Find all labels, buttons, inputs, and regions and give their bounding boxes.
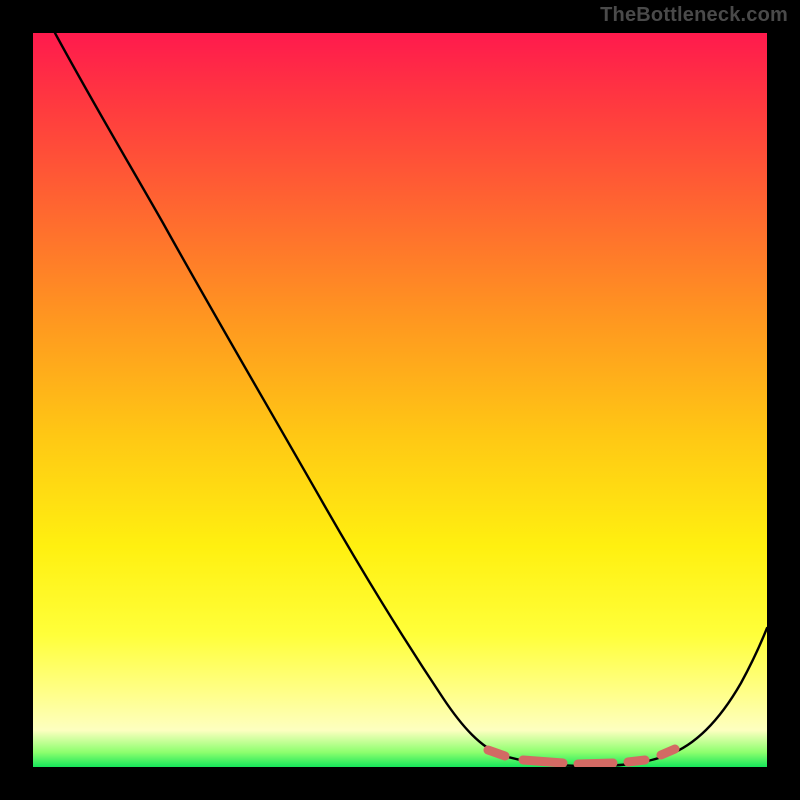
bottleneck-curve-svg <box>33 33 767 767</box>
bottleneck-curve <box>55 33 767 766</box>
watermark-text: TheBottleneck.com <box>600 4 788 27</box>
optimal-range-marker <box>488 749 675 764</box>
plot-area <box>33 33 767 767</box>
chart-frame: TheBottleneck.com <box>0 0 800 800</box>
